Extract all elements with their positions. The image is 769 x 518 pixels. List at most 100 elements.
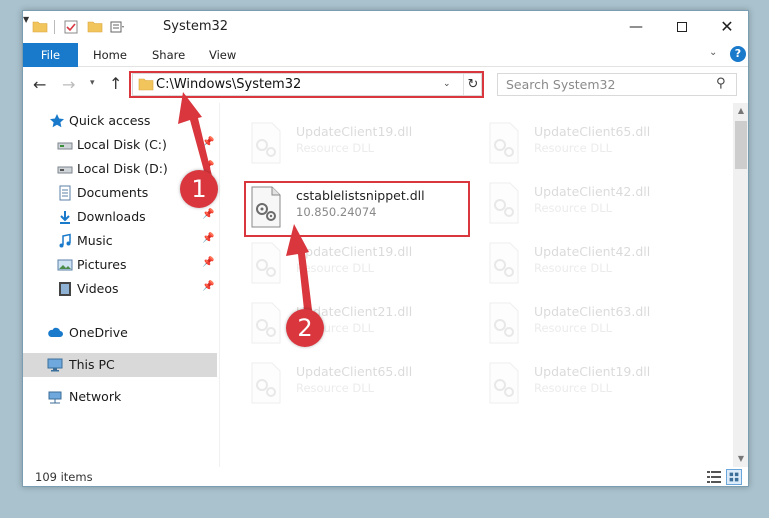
maximize-button[interactable] xyxy=(659,11,705,43)
dll-file-icon xyxy=(489,242,519,284)
sidebar-item-quick-access[interactable]: Quick access xyxy=(23,109,217,133)
file-type: Resource DLL xyxy=(534,261,613,275)
file-name: UpdateClient42.dll xyxy=(534,244,651,259)
file-name: cstablelistsnippet.dll xyxy=(296,188,425,203)
back-arrow-icon[interactable]: ← xyxy=(33,75,46,94)
sidebar-item-label: Music xyxy=(77,233,113,248)
computer-icon xyxy=(47,358,63,372)
close-button[interactable]: ✕ xyxy=(704,11,748,43)
pin-icon[interactable]: 📌 xyxy=(202,137,214,148)
properties-icon[interactable] xyxy=(109,19,125,35)
file-list: UpdateClient19.dll Resource DLL cstablel… xyxy=(220,103,733,467)
tab-view[interactable]: View xyxy=(209,43,236,67)
up-arrow-icon[interactable]: ↑ xyxy=(109,74,122,93)
properties-check-icon[interactable] xyxy=(63,19,79,35)
status-bar: 109 items xyxy=(23,467,748,486)
sidebar-item-local-disk-c[interactable]: Local Disk (C:) 📌 xyxy=(23,133,217,157)
scroll-down-arrow-icon[interactable]: ▼ xyxy=(733,451,748,467)
file-item[interactable]: UpdateClient42.dll Resource DLL xyxy=(486,179,716,229)
file-type: Resource DLL xyxy=(534,381,613,395)
pictures-icon xyxy=(57,259,73,271)
address-path[interactable]: C:\Windows\System32 xyxy=(156,77,301,92)
expand-ribbon-chevron-icon[interactable]: ⌄ xyxy=(709,47,717,58)
address-bar[interactable]: C:\Windows\System32 ⌄ ↻ xyxy=(132,73,482,96)
pin-icon[interactable]: 📌 xyxy=(202,233,214,244)
tab-home[interactable]: Home xyxy=(93,43,127,67)
file-item[interactable]: UpdateClient21.dll Resource DLL xyxy=(248,299,478,349)
title-bar: ▼ System32 — ✕ xyxy=(23,11,748,43)
help-icon[interactable]: ? xyxy=(730,46,746,62)
sidebar-item-onedrive[interactable]: OneDrive xyxy=(23,321,217,345)
sidebar-item-downloads[interactable]: Downloads 📌 xyxy=(23,205,217,229)
pin-icon[interactable]: 📌 xyxy=(202,281,214,292)
pin-icon[interactable]: 📌 xyxy=(202,257,214,268)
sidebar-item-this-pc[interactable]: This PC xyxy=(23,353,217,377)
file-item[interactable]: UpdateClient19.dll Resource DLL xyxy=(248,119,478,169)
downloads-icon xyxy=(60,211,70,224)
documents-icon xyxy=(59,185,71,201)
new-folder-icon[interactable] xyxy=(87,19,103,35)
dll-file-icon xyxy=(489,362,519,404)
file-type: Resource DLL xyxy=(296,141,375,155)
scroll-thumb[interactable] xyxy=(735,121,747,169)
sidebar-item-label: Videos xyxy=(77,281,119,296)
dll-file-icon xyxy=(251,362,281,404)
file-name: UpdateClient63.dll xyxy=(534,304,651,319)
file-name: UpdateClient42.dll xyxy=(534,184,651,199)
music-icon xyxy=(59,233,71,248)
pin-icon[interactable]: 📌 xyxy=(202,209,214,220)
quick-access-separator xyxy=(54,20,55,34)
details-view-icon[interactable] xyxy=(706,470,722,484)
sidebar-item-label: Pictures xyxy=(77,257,127,272)
search-icon[interactable]: ⚲ xyxy=(716,76,726,91)
dll-file-icon xyxy=(251,122,281,164)
file-type: Resource DLL xyxy=(534,201,613,215)
customize-toolbar-chevron-icon[interactable]: ▼ xyxy=(23,15,29,24)
dll-file-icon xyxy=(251,186,281,228)
navigation-pane: Quick access Local Disk (C:) 📌 Local Dis… xyxy=(23,103,219,467)
file-item-cstablelistsnippet[interactable]: cstablelistsnippet.dll 10.850.24074 xyxy=(248,183,478,233)
sidebar-item-label: Quick access xyxy=(69,113,151,128)
file-item[interactable]: UpdateClient19.dll Resource DLL xyxy=(486,359,716,409)
folder-icon[interactable] xyxy=(32,19,48,35)
minimize-button[interactable]: — xyxy=(613,11,659,43)
forward-arrow-icon[interactable]: → xyxy=(62,75,75,94)
file-name: UpdateClient65.dll xyxy=(534,124,651,139)
window-title: System32 xyxy=(163,19,229,34)
file-name: UpdateClient19.dll xyxy=(296,244,413,259)
step-1-badge: 1 xyxy=(180,170,218,208)
address-dropdown-chevron-icon[interactable]: ⌄ xyxy=(443,79,451,89)
sidebar-item-music[interactable]: Music 📌 xyxy=(23,229,217,253)
sidebar-item-label: Network xyxy=(69,389,122,404)
dll-file-icon xyxy=(489,122,519,164)
item-count: 109 items xyxy=(35,470,93,484)
scroll-up-arrow-icon[interactable]: ▲ xyxy=(733,103,748,119)
dll-file-icon xyxy=(251,302,281,344)
cloud-icon xyxy=(48,327,63,337)
sidebar-item-videos[interactable]: Videos 📌 xyxy=(23,277,217,301)
vertical-scrollbar[interactable]: ▲ ▼ xyxy=(733,103,748,467)
file-type: Resource DLL xyxy=(534,321,613,335)
search-input[interactable]: Search System32 ⚲ xyxy=(497,73,737,96)
sidebar-item-label: This PC xyxy=(69,357,115,372)
drive-icon xyxy=(57,142,73,150)
navigation-row: ← → ▾ ↑ C:\Windows\System32 ⌄ ↻ Search S… xyxy=(23,68,748,102)
sidebar-item-label: Documents xyxy=(77,185,149,200)
recent-locations-chevron-icon[interactable]: ▾ xyxy=(90,78,95,88)
file-item[interactable]: UpdateClient65.dll Resource DLL xyxy=(248,359,478,409)
refresh-icon[interactable]: ↻ xyxy=(463,74,482,95)
tab-share[interactable]: Share xyxy=(152,43,185,67)
file-item[interactable]: UpdateClient63.dll Resource DLL xyxy=(486,299,716,349)
step-2-badge: 2 xyxy=(286,309,324,347)
tiles-view-icon[interactable] xyxy=(726,469,742,485)
network-icon xyxy=(48,391,62,404)
sidebar-item-network[interactable]: Network xyxy=(23,385,217,409)
file-item[interactable]: UpdateClient42.dll Resource DLL xyxy=(486,239,716,289)
maximize-icon xyxy=(677,22,687,32)
tab-file[interactable]: File xyxy=(23,43,78,67)
file-type: Resource DLL xyxy=(296,381,375,395)
file-item[interactable]: UpdateClient65.dll Resource DLL xyxy=(486,119,716,169)
file-item[interactable]: UpdateClient19.dll Resource DLL xyxy=(248,239,478,289)
ribbon-tabs: File Home Share View ⌄ ? xyxy=(23,43,748,67)
sidebar-item-pictures[interactable]: Pictures 📌 xyxy=(23,253,217,277)
